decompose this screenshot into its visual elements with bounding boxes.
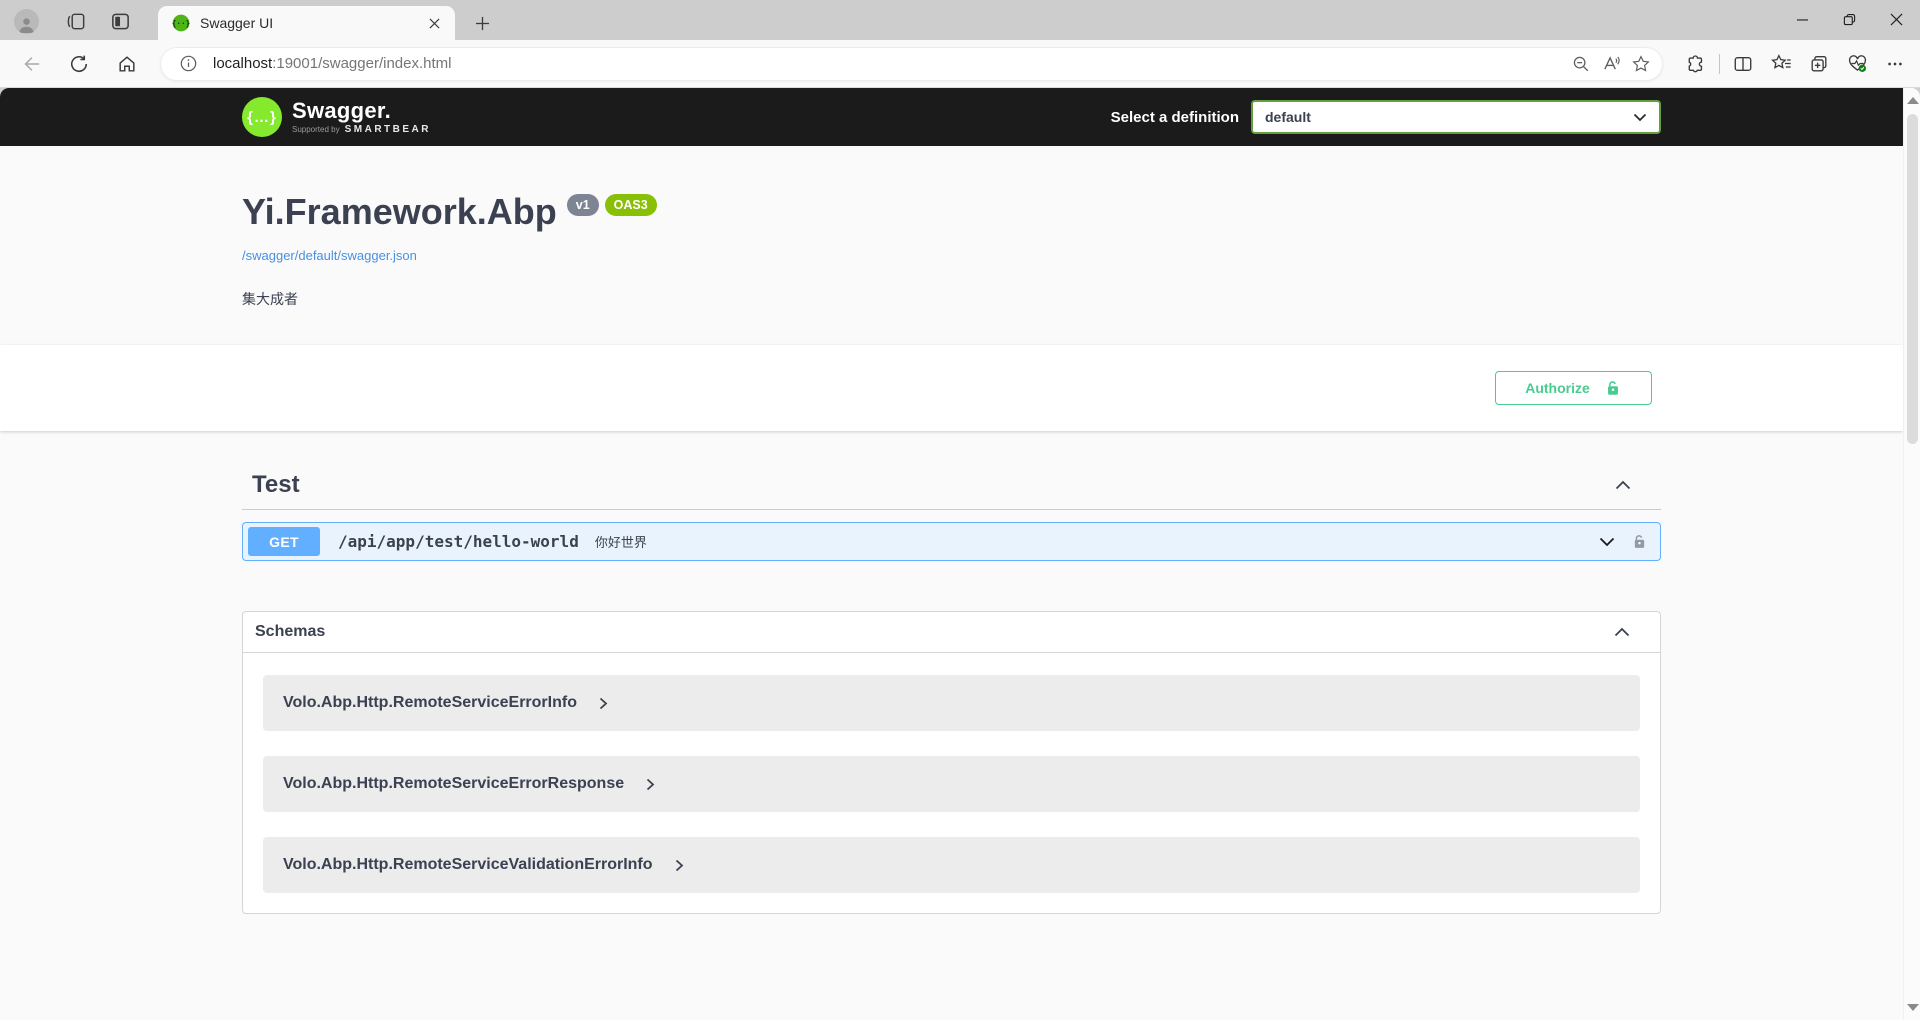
svg-text:{··}: {··}: [172, 19, 190, 28]
favorites-bar-icon[interactable]: [1762, 47, 1800, 81]
brand-name: Swagger.: [292, 100, 431, 122]
api-description: 集大成者: [242, 289, 1661, 309]
definition-select[interactable]: default: [1251, 100, 1661, 134]
titlebar: {··} Swagger UI: [0, 0, 1920, 40]
spec-url-link[interactable]: /swagger/default/swagger.json: [242, 248, 417, 263]
new-tab-icon[interactable]: [468, 9, 496, 37]
schema-name: Volo.Abp.Http.RemoteServiceErrorResponse: [283, 775, 624, 793]
zoom-out-icon[interactable]: [1566, 49, 1596, 79]
tagline-prefix: Supported by: [292, 125, 340, 134]
scroll-down-arrow[interactable]: [1907, 1004, 1919, 1011]
tag-title: Test: [252, 471, 300, 499]
swagger-brand-text: Swagger. Supported by SMARTBEAR: [292, 100, 431, 135]
address-bar[interactable]: localhost:19001/swagger/index.html: [160, 47, 1663, 81]
swagger-favicon: {··}: [172, 14, 190, 32]
page-info-icon[interactable]: [173, 49, 203, 79]
read-aloud-icon[interactable]: [1596, 49, 1626, 79]
swagger-logo[interactable]: {…} Swagger. Supported by SMARTBEAR: [242, 97, 431, 137]
browser-tab[interactable]: {··} Swagger UI: [158, 6, 455, 40]
schemas-section: Schemas Volo.Abp.Http.RemoteServiceError…: [242, 611, 1661, 914]
definition-selector-group: Select a definition default: [1111, 100, 1661, 134]
refresh-icon[interactable]: [62, 47, 96, 81]
chevron-right-icon: [599, 697, 608, 710]
tag-header-test[interactable]: Test: [242, 461, 1661, 510]
unlock-icon: [1604, 379, 1622, 397]
home-icon[interactable]: [110, 47, 144, 81]
swagger-topbar: {…} Swagger. Supported by SMARTBEAR Sele…: [0, 88, 1903, 146]
chevron-right-icon: [675, 859, 684, 872]
close-window-icon[interactable]: [1873, 0, 1920, 38]
version-badge: v1: [567, 194, 599, 216]
back-icon[interactable]: [14, 47, 48, 81]
chevron-right-icon: [646, 778, 655, 791]
unlock-icon[interactable]: [1631, 533, 1648, 550]
schemas-header[interactable]: Schemas: [243, 612, 1660, 653]
oas3-badge: OAS3: [605, 194, 657, 216]
definition-select-label: Select a definition: [1111, 109, 1239, 126]
favorite-star-icon[interactable]: [1626, 49, 1656, 79]
web-content: {…} Swagger. Supported by SMARTBEAR Sele…: [0, 88, 1920, 1020]
profile-avatar-icon[interactable]: [12, 7, 40, 35]
authorize-button[interactable]: Authorize: [1495, 371, 1652, 405]
authorize-button-label: Authorize: [1525, 380, 1590, 396]
api-info-section: Yi.Framework.Abp v1 OAS3 /swagger/defaul…: [0, 146, 1903, 345]
url-path: :19001/swagger/index.html: [272, 55, 451, 72]
api-title: Yi.Framework.Abp: [242, 192, 557, 232]
workspaces-icon[interactable]: [62, 7, 90, 35]
chevron-down-icon: [1633, 113, 1647, 122]
schema-row[interactable]: Volo.Abp.Http.RemoteServiceValidationErr…: [263, 837, 1640, 893]
definition-select-value: default: [1265, 109, 1311, 125]
swagger-logo-icon: {…}: [242, 97, 282, 137]
close-tab-icon[interactable]: [423, 12, 445, 34]
more-options-icon[interactable]: [1876, 47, 1914, 81]
chevron-down-icon[interactable]: [1599, 537, 1615, 547]
schemas-list: Volo.Abp.Http.RemoteServiceErrorInfo Vol…: [243, 653, 1660, 913]
brand-tagline: Supported by SMARTBEAR: [292, 124, 431, 135]
restore-icon[interactable]: [1826, 0, 1873, 38]
toolbar-divider: [1719, 54, 1720, 74]
minimize-icon[interactable]: [1779, 0, 1826, 38]
url-host: localhost: [213, 55, 272, 72]
avatar: [14, 9, 39, 34]
operation-path: /api/app/test/hello-world: [338, 532, 579, 551]
schema-row[interactable]: Volo.Abp.Http.RemoteServiceErrorInfo: [263, 675, 1640, 731]
scheme-container: Authorize: [0, 345, 1903, 431]
url-text[interactable]: localhost:19001/swagger/index.html: [213, 55, 1566, 72]
chevron-up-icon[interactable]: [1615, 480, 1631, 490]
browser-window: {··} Swagger UI: [0, 0, 1920, 1020]
schema-row[interactable]: Volo.Abp.Http.RemoteServiceErrorResponse: [263, 756, 1640, 812]
method-badge: GET: [248, 527, 320, 556]
page-scrollbar[interactable]: [1903, 88, 1920, 1020]
swagger-logo-glyph: {…}: [247, 109, 277, 126]
browser-toolbar: localhost:19001/swagger/index.html: [0, 40, 1920, 88]
toolbar-right-icons: [1677, 47, 1914, 81]
browser-essentials-icon[interactable]: [1838, 47, 1876, 81]
split-screen-icon[interactable]: [1724, 47, 1762, 81]
chevron-up-icon[interactable]: [1614, 627, 1630, 637]
swagger-page: {…} Swagger. Supported by SMARTBEAR Sele…: [0, 88, 1903, 1020]
tab-title: Swagger UI: [200, 15, 423, 31]
opblock-get-hello-world[interactable]: GET /api/app/test/hello-world 你好世界: [242, 522, 1661, 561]
extensions-icon[interactable]: [1677, 47, 1715, 81]
scroll-up-arrow[interactable]: [1907, 97, 1919, 104]
window-controls: [1779, 0, 1920, 38]
schema-name: Volo.Abp.Http.RemoteServiceErrorInfo: [283, 694, 577, 712]
collections-icon[interactable]: [1800, 47, 1838, 81]
tagline-name: SMARTBEAR: [345, 124, 431, 135]
tab-actions-icon[interactable]: [106, 7, 134, 35]
operation-summary: 你好世界: [595, 532, 1599, 551]
schema-name: Volo.Abp.Http.RemoteServiceValidationErr…: [283, 856, 653, 874]
schemas-title: Schemas: [255, 623, 325, 641]
scrollbar-thumb[interactable]: [1907, 114, 1918, 444]
operations-section: Test GET /api/app/test/hello-world 你好世界: [0, 461, 1903, 561]
